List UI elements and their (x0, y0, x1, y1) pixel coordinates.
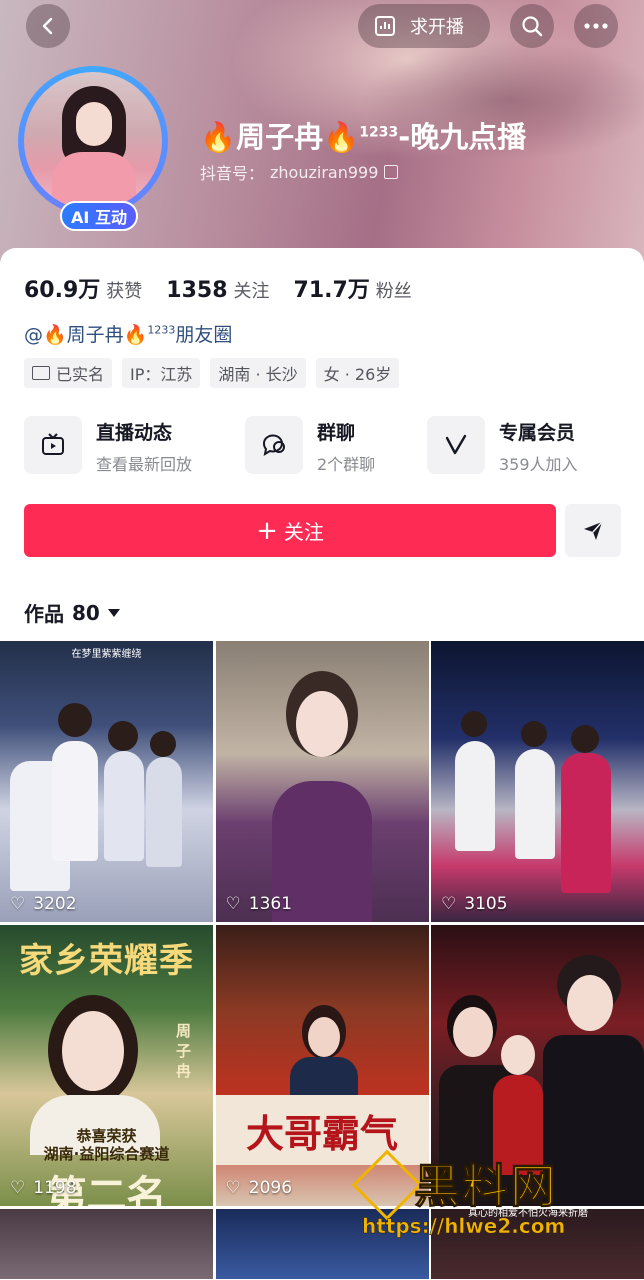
video-tile[interactable]: ♡ 3105 (431, 641, 644, 922)
stat-following[interactable]: 1358 关注 (166, 277, 269, 303)
feature-membership[interactable]: 专属会员 359人加入 (427, 416, 578, 475)
watermark-url: https://hlwe2.com (362, 1214, 566, 1239)
stats-row: 60.9万 获赞 1358 关注 71.7万 粉丝 (24, 272, 412, 304)
send-icon (584, 520, 603, 540)
friend-circle-link[interactable]: @🔥周子冉🔥1233朋友圈 (24, 320, 232, 347)
more-button[interactable] (574, 4, 618, 48)
request-live-button[interactable]: 求开播 (358, 4, 490, 48)
profile-card: 60.9万 获赞 1358 关注 71.7万 粉丝 @🔥周子冉🔥1233朋友圈 已实名… (0, 248, 644, 648)
stat-num: 1358 (166, 278, 228, 303)
stat-num: 71.7万 (293, 278, 370, 303)
friend-circle-prefix: @🔥周子冉🔥 (24, 324, 148, 346)
feature-subtitle: 359人加入 (499, 455, 578, 474)
tag-verified: 已实名 (24, 358, 113, 388)
tag-label: 已实名 (56, 365, 105, 384)
video-likes: ♡ 3202 (10, 894, 77, 914)
profile-tags: 已实名 IP：江苏 湖南 · 长沙 女 · 26岁 (24, 358, 400, 388)
works-tab-count: 80 (72, 600, 100, 625)
ai-interact-badge[interactable]: AI 互动 (60, 201, 138, 231)
feature-live-updates[interactable]: 直播动态查看最新回放 (24, 416, 192, 475)
douyin-id-label: 抖音号： (200, 164, 265, 183)
friend-circle-suffix: 朋友圈 (175, 324, 233, 346)
douyin-id[interactable]: 抖音号： zhouziran999 (200, 160, 399, 184)
feature-subtitle: 查看最新回放 (96, 455, 193, 474)
feature-title: 专属会员 (499, 422, 576, 444)
chat-bubble-icon (245, 416, 303, 474)
heart-icon: ♡ (10, 894, 26, 914)
stat-num: 60.9万 (24, 278, 101, 303)
profile-name-main: 🔥周子冉🔥 (200, 120, 360, 154)
video-likes: ♡ 3105 (441, 894, 508, 914)
video-tile[interactable]: ♡ 1361 (215, 641, 429, 922)
heart-icon: ♡ (441, 894, 457, 914)
search-button[interactable] (510, 4, 554, 48)
douyin-id-value: zhouziran999 (270, 162, 379, 182)
id-card-icon (32, 366, 50, 380)
tag-location: 湖南 · 长沙 (210, 358, 306, 388)
tag-gender-age: 女 · 26岁 (315, 358, 400, 388)
stat-label: 关注 (233, 281, 270, 302)
video-like-count: 1198 (33, 1178, 77, 1198)
watermark: 真心的相爱不怕火海来折磨 黑料网 https://hlwe2.com (348, 1149, 638, 1250)
video-likes: ♡ 1198 (10, 1178, 77, 1198)
heart-icon: ♡ (225, 1178, 241, 1198)
video-like-count: 1361 (248, 894, 293, 914)
feature-title: 群聊 (317, 422, 356, 444)
copy-icon[interactable] (384, 165, 399, 179)
profile-name: 🔥周子冉🔥1233-晚九点播 (200, 114, 526, 156)
watermark-logo (351, 1149, 423, 1221)
video-like-count: 3105 (464, 894, 508, 914)
back-button[interactable] (26, 4, 70, 48)
video-tile[interactable]: 在梦里紫紫缠绕 ♡ 3202 (0, 641, 213, 922)
profile-name-sup: 1233 (359, 124, 399, 141)
video-caption: 恭喜荣获 湖南·益阳综合赛道 (43, 1127, 170, 1163)
feature-subtitle: 2个群聊 (317, 455, 376, 474)
avatar[interactable] (24, 72, 162, 210)
follow-button[interactable]: + 关注 (24, 504, 556, 557)
stat-label: 获赞 (106, 281, 143, 302)
stat-label: 粉丝 (375, 281, 412, 302)
feature-group-chat[interactable]: 群聊 2个群聊 (245, 416, 375, 475)
tag-label: IP：江苏 (130, 365, 193, 384)
stat-likes[interactable]: 60.9万 获赞 (24, 272, 142, 304)
friend-circle-sup: 1233 (147, 323, 176, 337)
heart-icon: ♡ (10, 1178, 26, 1198)
video-likes: ♡ 2096 (226, 1178, 293, 1198)
video-side-name: 周子冉 (176, 1022, 192, 1080)
profile-name-suffix: -晚九点播 (398, 120, 527, 154)
chevron-left-icon (42, 17, 53, 35)
stat-followers[interactable]: 71.7万 粉丝 (294, 272, 412, 304)
tag-ip: IP：江苏 (122, 358, 201, 388)
caret-down-icon (107, 608, 120, 617)
video-caption: 家乡荣耀季 (19, 941, 194, 981)
video-tile[interactable] (0, 1209, 213, 1279)
bar-chart-icon (375, 16, 395, 36)
feature-title: 直播动态 (96, 422, 173, 444)
watermark-title: 黑料网 (414, 1159, 558, 1214)
v-member-icon (427, 416, 485, 474)
share-button[interactable] (565, 504, 621, 557)
more-dots-icon (584, 23, 608, 29)
heart-icon: ♡ (225, 894, 241, 914)
video-tile[interactable]: 家乡荣耀季 周子冉 恭喜荣获 湖南·益阳综合赛道 第二名 ♡ 1198 (0, 925, 213, 1206)
search-icon (522, 16, 543, 37)
works-tab-label: 作品 (24, 602, 64, 626)
tag-label: 女 · 26岁 (323, 365, 392, 384)
video-like-count: 2096 (248, 1178, 293, 1198)
works-tab[interactable]: 作品 80 (24, 598, 120, 627)
video-caption: 在梦里紫紫缠绕 (71, 649, 142, 660)
request-live-label: 求开播 (410, 17, 464, 38)
follow-label: 关注 (283, 520, 324, 544)
tv-icon (24, 416, 82, 474)
video-like-count: 3202 (33, 894, 77, 914)
plus-icon: + (256, 515, 278, 546)
tag-label: 湖南 · 长沙 (218, 365, 298, 384)
video-likes: ♡ 1361 (226, 894, 293, 914)
